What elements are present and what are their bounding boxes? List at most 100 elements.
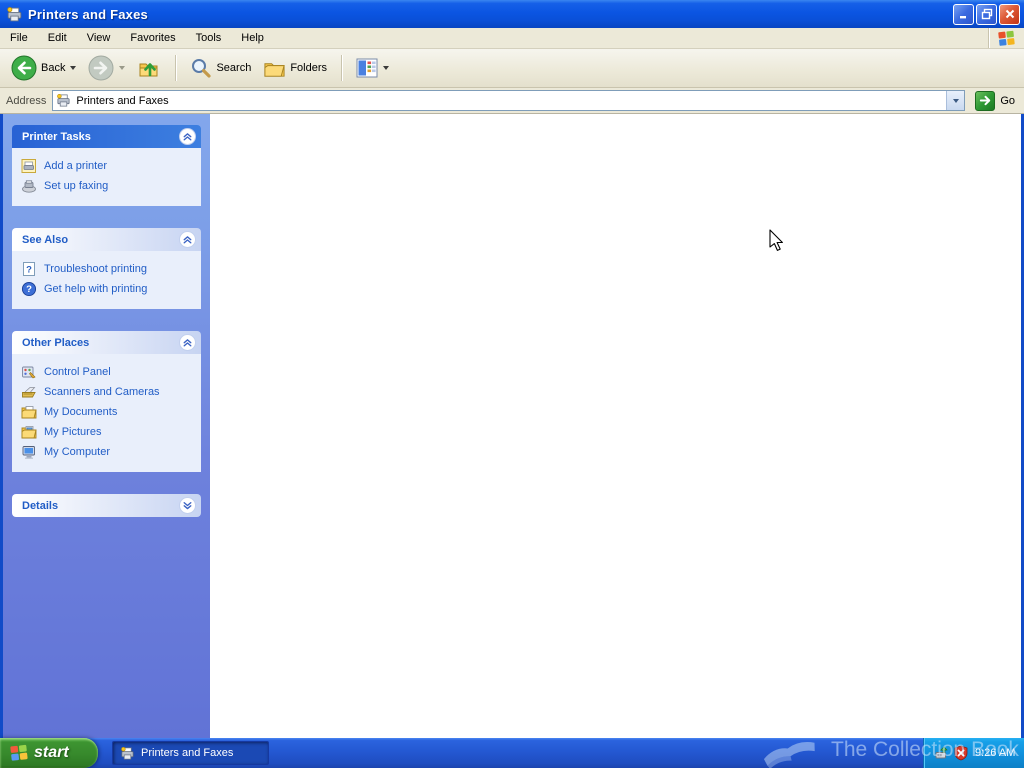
my-documents-icon — [21, 404, 37, 420]
my-computer-icon — [21, 444, 37, 460]
link-troubleshoot-printing[interactable]: ? Troubleshoot printing — [21, 259, 197, 279]
address-bar: Address Printers and Faxes Go — [0, 88, 1024, 114]
fax-icon — [21, 178, 37, 194]
folder-view-area[interactable] — [210, 114, 1021, 738]
taskbar: start Printers and Faxes 9:26 AM — [0, 738, 1024, 768]
chevron-down-icon — [953, 98, 960, 103]
link-my-computer[interactable]: My Computer — [21, 442, 197, 462]
back-button[interactable]: Back — [8, 53, 79, 83]
views-dropdown-caret-icon[interactable] — [383, 66, 390, 70]
task-link-label: My Documents — [44, 406, 118, 418]
clock[interactable]: 9:26 AM — [975, 747, 1015, 759]
menu-bar: File Edit View Favorites Tools Help — [0, 28, 1024, 49]
task-link-label: Get help with printing — [44, 283, 148, 295]
link-my-pictures[interactable]: My Pictures — [21, 422, 197, 442]
link-get-help-with-printing[interactable]: ? Get help with printing — [21, 279, 197, 299]
menu-favorites[interactable]: Favorites — [120, 28, 185, 48]
toolbar-separator — [175, 55, 177, 81]
search-label: Search — [216, 62, 252, 74]
safely-remove-hardware-icon[interactable] — [933, 745, 949, 761]
go-label: Go — [1000, 94, 1015, 107]
link-scanners-and-cameras[interactable]: Scanners and Cameras — [21, 382, 197, 402]
menu-spacer — [274, 28, 988, 48]
panel-title: See Also — [22, 233, 69, 246]
printer-icon — [120, 746, 135, 761]
minimize-button[interactable] — [953, 3, 974, 25]
windows-logo-icon — [988, 28, 1024, 48]
printer-icon — [56, 93, 71, 108]
panel-other-places-body: Control Panel Scanners and Cameras My Do… — [12, 354, 201, 472]
go-button[interactable]: Go — [971, 90, 1021, 111]
help-circle-icon: ? — [21, 281, 37, 297]
start-label: start — [34, 744, 69, 761]
search-button[interactable]: Search — [187, 55, 254, 81]
views-button[interactable] — [353, 55, 392, 81]
views-icon — [356, 57, 378, 79]
menu-tools[interactable]: Tools — [186, 28, 232, 48]
folders-button[interactable]: Folders — [260, 55, 330, 82]
task-link-label: Control Panel — [44, 366, 111, 378]
window-title: Printers and Faxes — [28, 6, 148, 22]
toolbar-separator — [341, 55, 343, 81]
panel-see-also-header[interactable]: See Also — [12, 228, 201, 251]
chevron-up-icon[interactable] — [179, 128, 196, 145]
start-button[interactable]: start — [0, 738, 98, 768]
panel-title: Details — [22, 499, 59, 512]
menu-edit[interactable]: Edit — [38, 28, 77, 48]
svg-text:?: ? — [26, 284, 32, 295]
back-dropdown-caret-icon[interactable] — [70, 66, 77, 70]
address-dropdown-button[interactable] — [946, 91, 965, 110]
task-link-label: My Pictures — [44, 426, 102, 438]
menu-help[interactable]: Help — [231, 28, 274, 48]
address-input[interactable]: Printers and Faxes — [52, 90, 966, 111]
back-icon — [11, 55, 37, 81]
folder-up-icon — [137, 56, 161, 80]
chevron-up-icon[interactable] — [179, 231, 196, 248]
restore-button[interactable] — [976, 3, 997, 25]
add-printer-icon — [21, 158, 37, 174]
security-alert-icon[interactable] — [953, 745, 969, 761]
panel-printer-tasks-header[interactable]: Printer Tasks — [12, 125, 201, 148]
panel-title: Other Places — [22, 336, 90, 349]
address-value: Printers and Faxes — [76, 94, 169, 107]
task-link-label: Scanners and Cameras — [44, 386, 160, 398]
task-set-up-faxing[interactable]: Set up faxing — [21, 176, 197, 196]
forward-dropdown-caret-icon[interactable] — [119, 66, 126, 70]
menu-view[interactable]: View — [77, 28, 121, 48]
toolbar: Back Search Folders — [0, 49, 1024, 88]
folders-icon — [263, 57, 286, 80]
task-link-label: My Computer — [44, 446, 111, 458]
forward-icon — [88, 55, 114, 81]
svg-text:?: ? — [26, 265, 32, 276]
task-link-label: Add a printer — [44, 160, 107, 172]
printer-icon — [6, 6, 23, 23]
task-pane-sidebar: Printer Tasks Add a printer Set up faxin… — [3, 114, 210, 738]
go-arrow-icon — [975, 90, 996, 111]
system-tray: 9:26 AM — [923, 738, 1024, 768]
chevron-down-icon[interactable] — [179, 497, 196, 514]
link-control-panel[interactable]: Control Panel — [21, 362, 197, 382]
scanners-cameras-icon — [21, 384, 37, 400]
windows-flag-icon — [9, 743, 29, 763]
panel-printer-tasks-body: Add a printer Set up faxing — [12, 148, 201, 206]
menu-file[interactable]: File — [0, 28, 38, 48]
panel-see-also: See Also ? Troubleshoot printing ? Get h… — [12, 228, 201, 309]
forward-button[interactable] — [85, 53, 128, 83]
window-content: Printer Tasks Add a printer Set up faxin… — [0, 114, 1024, 738]
address-label: Address — [6, 94, 47, 107]
panel-see-also-body: ? Troubleshoot printing ? Get help with … — [12, 251, 201, 309]
troubleshoot-page-icon: ? — [21, 261, 37, 277]
panel-other-places-header[interactable]: Other Places — [12, 331, 201, 354]
chevron-up-icon[interactable] — [179, 334, 196, 351]
folders-label: Folders — [290, 62, 328, 74]
taskbar-empty-area — [269, 738, 923, 768]
panel-other-places: Other Places Control Panel Scanners and … — [12, 331, 201, 472]
close-button[interactable] — [999, 3, 1020, 25]
task-add-a-printer[interactable]: Add a printer — [21, 156, 197, 176]
taskbar-button-printers-and-faxes[interactable]: Printers and Faxes — [112, 741, 269, 765]
panel-printer-tasks: Printer Tasks Add a printer Set up faxin… — [12, 125, 201, 206]
panel-details-header[interactable]: Details — [12, 494, 201, 517]
link-my-documents[interactable]: My Documents — [21, 402, 197, 422]
search-icon — [190, 57, 212, 79]
up-button[interactable] — [134, 54, 164, 82]
